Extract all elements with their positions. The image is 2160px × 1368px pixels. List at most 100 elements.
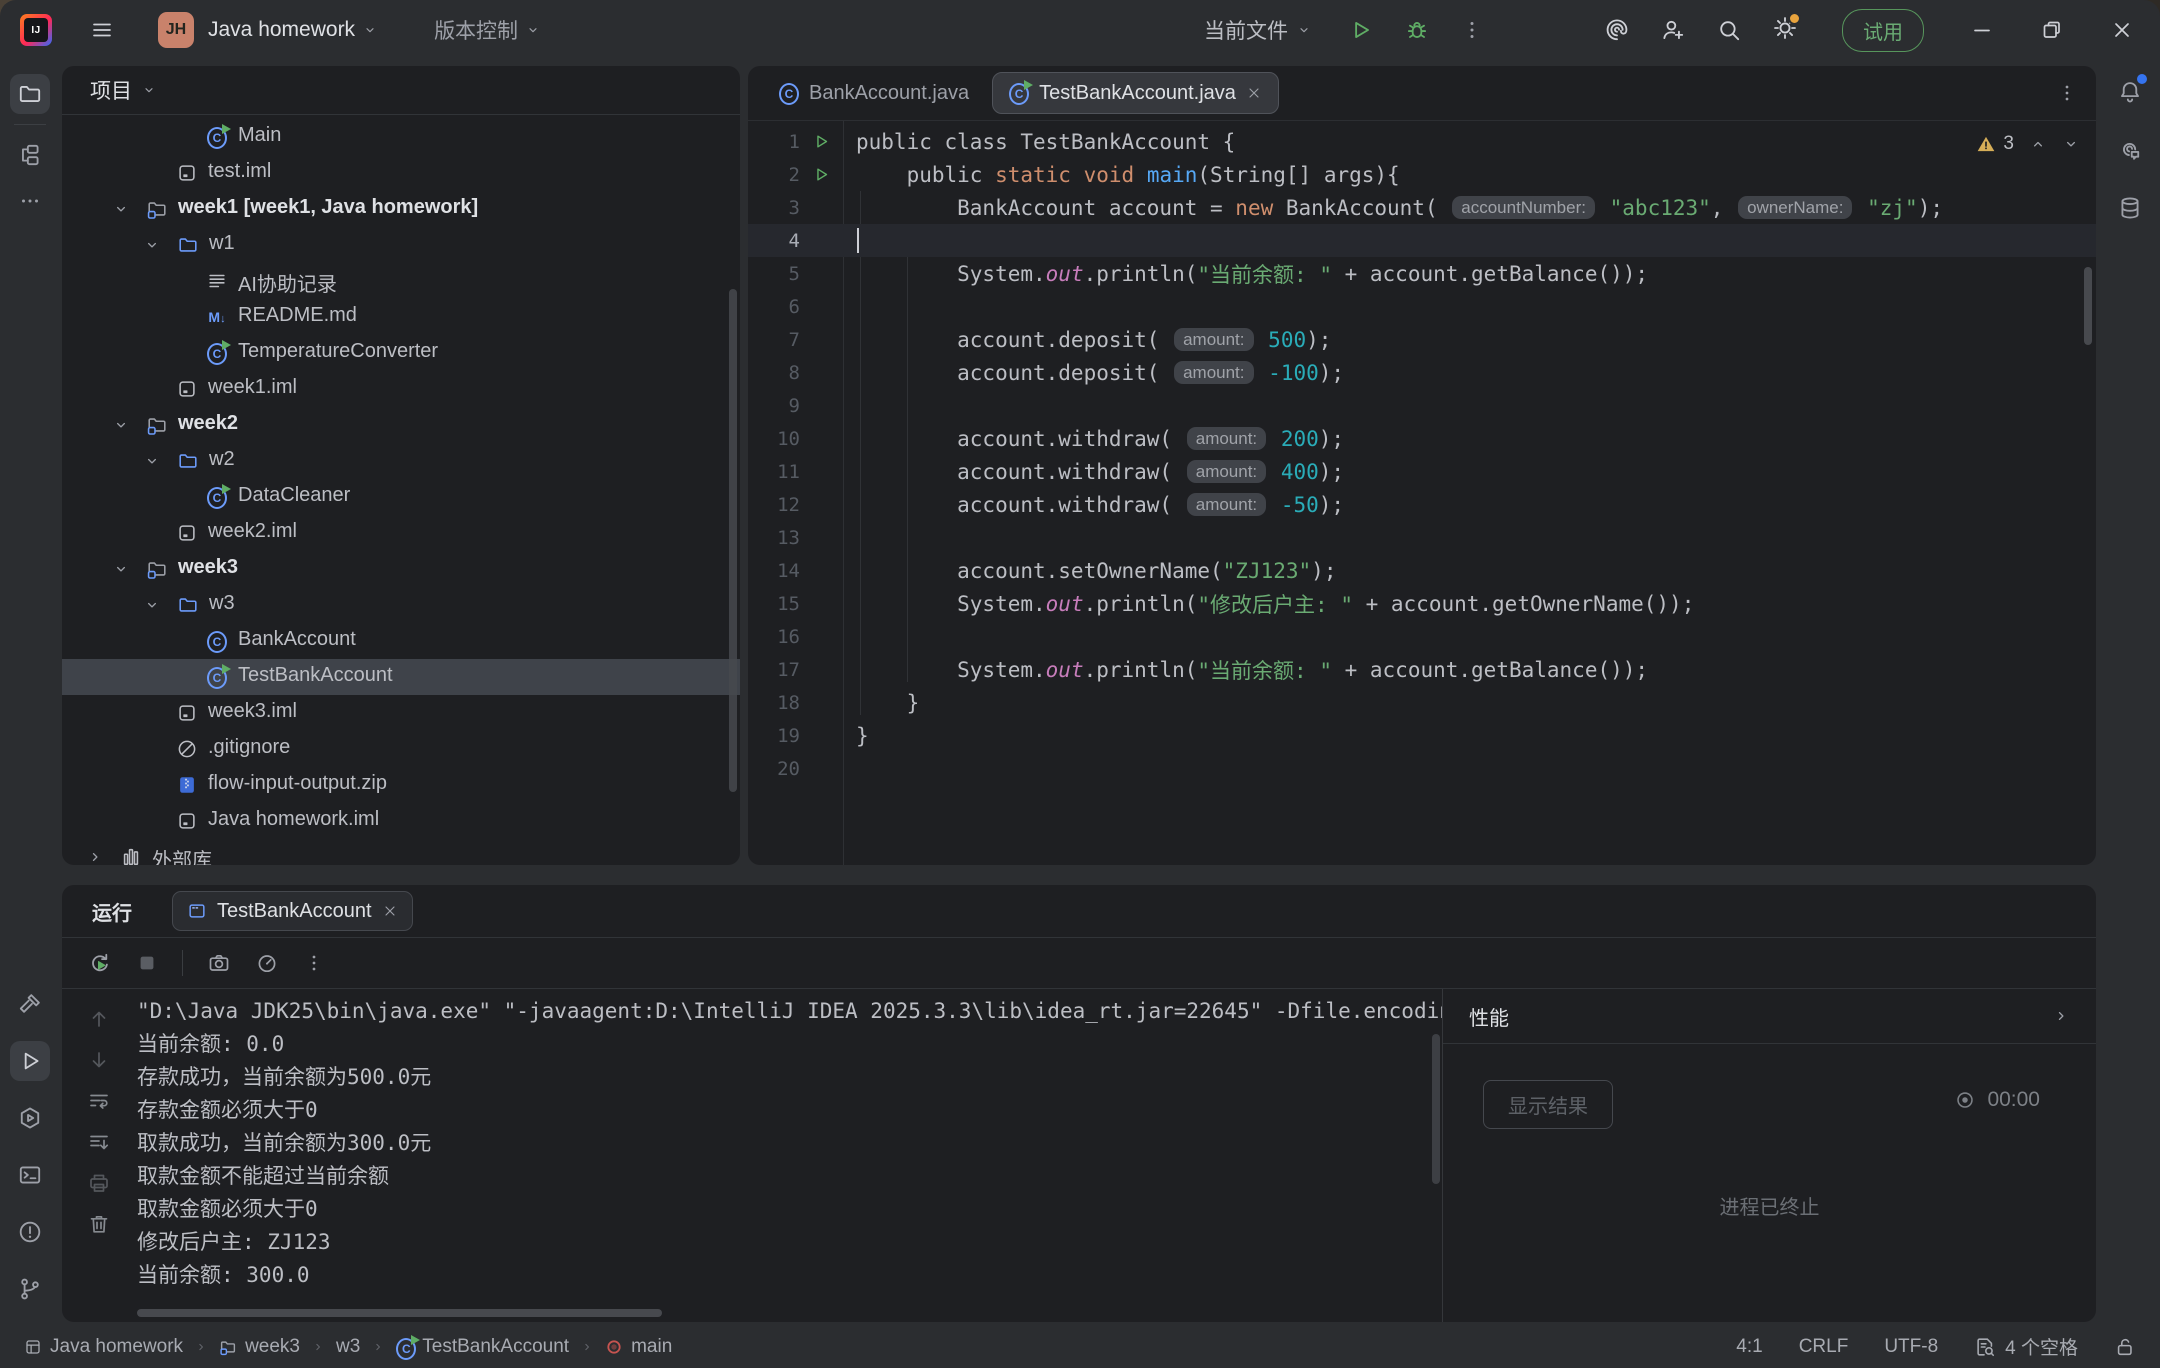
line-number[interactable]: 20 [748,758,800,780]
code-line-13[interactable]: 13 [748,521,2096,554]
memory-snapshot-icon[interactable] [207,951,231,975]
chevron-down-icon[interactable] [143,596,161,614]
breadcrumb-testbankaccount[interactable]: CTestBankAccount [396,1336,569,1358]
tree-scrollbar[interactable] [729,289,737,792]
tool-problems-button[interactable] [10,1212,50,1252]
code-line-6[interactable]: 6 [748,290,2096,323]
tree-item--[interactable]: 外部库 [62,839,740,865]
file-encoding[interactable]: UTF-8 [1884,1336,1938,1358]
close-button[interactable] [2110,18,2134,42]
code-with-me-icon[interactable] [1660,17,1686,43]
line-number[interactable]: 7 [748,329,800,351]
line-number[interactable]: 5 [748,263,800,285]
tool-git-button[interactable] [10,1269,50,1309]
tree-item-w2[interactable]: w2 [62,443,740,479]
code-line-16[interactable]: 16 [748,620,2096,653]
tree-item--gitignore[interactable]: .gitignore [62,731,740,767]
tool-services-button[interactable] [10,1098,50,1138]
main-menu-icon[interactable] [90,18,114,42]
soft-wrap-icon[interactable] [87,1089,111,1113]
breadcrumb-w3[interactable]: w3 [336,1336,360,1358]
console-output[interactable]: "D:\Java JDK25\bin\java.exe" "-javaagent… [135,989,1442,1322]
project-switcher[interactable]: Java homework [208,18,378,42]
warnings-indicator[interactable]: 3 [1976,133,2014,155]
code-line-11[interactable]: 11 account.withdraw( amount: 400); [748,455,2096,488]
tree-item-datacleaner[interactable]: CDataCleaner [62,479,740,515]
line-number[interactable]: 6 [748,296,800,318]
chevron-down-icon[interactable] [143,452,161,470]
settings-button[interactable] [1772,15,1798,46]
tool-terminal-button[interactable] [10,1155,50,1195]
close-tab-icon[interactable] [1246,85,1262,101]
code-line-5[interactable]: 5 System.out.println("当前余额: " + account.… [748,257,2096,290]
code-line-19[interactable]: 19} [748,719,2096,752]
search-everywhere-icon[interactable] [1716,17,1742,43]
chevron-down-icon[interactable] [112,200,130,218]
tree-item-readme-md[interactable]: M↓README.md [62,299,740,335]
code-editor[interactable]: 1public class TestBankAccount {2 public … [748,121,2096,865]
caret-position[interactable]: 4:1 [1736,1336,1762,1358]
line-number[interactable]: 2 [748,164,800,186]
code-line-20[interactable]: 20 [748,752,2096,785]
line-number[interactable]: 14 [748,560,800,582]
performance-header[interactable]: 性能 [1443,989,2096,1044]
line-number[interactable]: 3 [748,197,800,219]
tree-item-week3[interactable]: week3 [62,551,740,587]
trial-button[interactable]: 试用 [1842,9,1924,52]
run-tab-testbankaccount[interactable]: TestBankAccount [172,891,413,931]
code-line-2[interactable]: 2 public static void main(String[] args)… [748,158,2096,191]
run-configuration-selector[interactable]: 当前文件 [1204,15,1312,45]
project-panel-header[interactable]: 项目 [62,66,740,115]
scroll-to-end-icon[interactable] [87,1130,111,1154]
print-icon[interactable] [87,1171,111,1195]
notifications-button[interactable] [2110,72,2150,112]
code-line-1[interactable]: 1public class TestBankAccount { [748,125,2096,158]
run-line-icon[interactable] [800,166,843,183]
line-number[interactable]: 13 [748,527,800,549]
chevron-down-icon[interactable] [112,416,130,434]
run-button[interactable] [1348,17,1374,43]
line-number[interactable]: 8 [748,362,800,384]
tree-item-test-iml[interactable]: test.iml [62,155,740,191]
tree-item-w3[interactable]: w3 [62,587,740,623]
tree-item-week1-week1-java-homework-[interactable]: week1 [week1, Java homework] [62,191,740,227]
line-number[interactable]: 9 [748,395,800,417]
line-number[interactable]: 15 [748,593,800,615]
tree-item-bankaccount[interactable]: CBankAccount [62,623,740,659]
clear-console-icon[interactable] [87,1212,111,1236]
tree-item-w1[interactable]: w1 [62,227,740,263]
tree-item-ai-[interactable]: AI协助记录 [62,263,740,299]
inspections-widget[interactable]: 3 [1976,133,2080,155]
chevron-right-icon[interactable] [86,848,104,865]
code-line-17[interactable]: 17 System.out.println("当前余额: " + account… [748,653,2096,686]
code-line-9[interactable]: 9 [748,389,2096,422]
tool-build-button[interactable] [10,984,50,1024]
chevron-down-icon[interactable] [143,236,161,254]
breadcrumb-main[interactable]: main [605,1336,672,1358]
tree-item-flow-input-output-zip[interactable]: flow-input-output.zip [62,767,740,803]
unlock-icon[interactable] [2114,1336,2136,1358]
tree-item-java-homework-iml[interactable]: Java homework.iml [62,803,740,839]
tree-item-week3-iml[interactable]: week3.iml [62,695,740,731]
code-line-10[interactable]: 10 account.withdraw( amount: 200); [748,422,2096,455]
ai-assistant-button[interactable] [2110,130,2150,170]
close-run-tab-icon[interactable] [382,903,398,919]
prev-problem-icon[interactable] [2029,135,2047,153]
restore-button[interactable] [2040,18,2064,42]
profiler-icon[interactable] [255,951,279,975]
line-number[interactable]: 10 [748,428,800,450]
code-line-12[interactable]: 12 account.withdraw( amount: -50); [748,488,2096,521]
code-line-7[interactable]: 7 account.deposit( amount: 500); [748,323,2096,356]
line-number[interactable]: 16 [748,626,800,648]
up-stacktrace-icon[interactable] [87,1007,111,1031]
line-number[interactable]: 1 [748,131,800,153]
project-avatar[interactable]: JH [158,12,194,48]
code-line-4[interactable]: 4 [748,224,2096,257]
more-actions-icon[interactable] [1460,18,1484,42]
tree-item-week1-iml[interactable]: week1.iml [62,371,740,407]
run-line-icon[interactable] [800,133,843,150]
line-ending[interactable]: CRLF [1799,1336,1849,1358]
tree-item-temperatureconverter[interactable]: CTemperatureConverter [62,335,740,371]
tool-project-button[interactable] [10,74,50,114]
tree-item-main[interactable]: CMain [62,119,740,155]
